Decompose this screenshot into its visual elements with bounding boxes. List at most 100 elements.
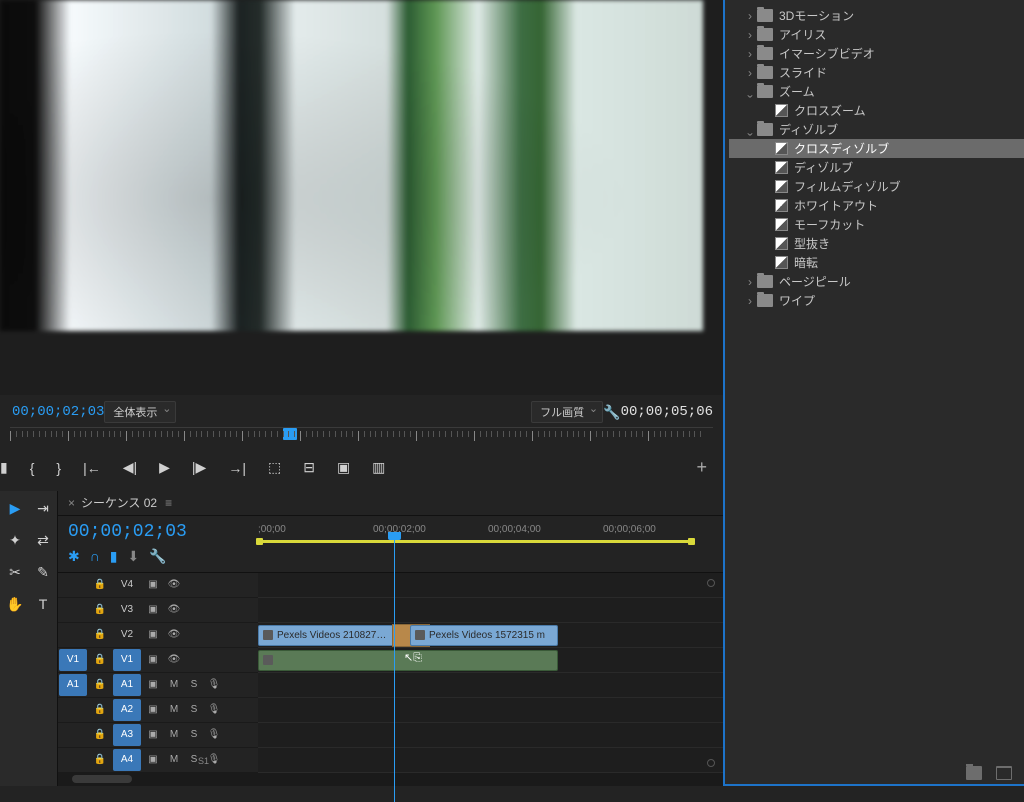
disclosure-arrow-icon[interactable] — [743, 121, 757, 139]
track-content[interactable]: Pexels Videos 210827…Pexels Videos 15723… — [258, 573, 723, 773]
add-marker-icon[interactable]: ▮ — [110, 548, 118, 565]
source-patch[interactable] — [59, 749, 87, 771]
close-tab-icon[interactable]: × — [68, 496, 75, 510]
timeline-zoom-scrollbar[interactable] — [58, 773, 723, 786]
timeline-wrench-icon[interactable]: 🔧 — [149, 548, 166, 565]
sync-lock-icon[interactable]: ▣ — [142, 754, 164, 765]
track-lane[interactable] — [258, 698, 723, 723]
lock-track-icon[interactable]: 🔒 — [88, 704, 112, 715]
toggle-track-output-icon[interactable]: 👁 — [164, 579, 184, 590]
effects-item[interactable]: 暗転 — [729, 253, 1024, 272]
track-target[interactable]: V2 — [113, 624, 141, 646]
pen-tool[interactable]: ✎ — [32, 561, 54, 583]
scroll-indicator[interactable] — [707, 759, 715, 767]
disclosure-arrow-icon[interactable] — [743, 294, 757, 308]
solo-button[interactable]: S — [184, 704, 204, 715]
source-patch[interactable]: V1 — [59, 649, 87, 671]
sync-lock-icon[interactable]: ▣ — [142, 654, 164, 665]
source-patch[interactable]: A1 — [59, 674, 87, 696]
lift-button[interactable]: ⬚ — [268, 459, 281, 476]
effects-folder[interactable]: スライド — [729, 63, 1024, 82]
track-target[interactable]: V3 — [113, 599, 141, 621]
effects-folder[interactable]: ページピール — [729, 272, 1024, 291]
source-patch[interactable] — [59, 699, 87, 721]
lock-track-icon[interactable]: 🔒 — [88, 579, 112, 590]
razor-tool[interactable]: ✂ — [4, 561, 26, 583]
mark-in-button[interactable]: { — [30, 460, 35, 476]
voice-record-icon[interactable]: 🎙 — [204, 704, 224, 715]
effects-item[interactable]: ホワイトアウト — [729, 196, 1024, 215]
toggle-track-output-icon[interactable]: 👁 — [164, 604, 184, 615]
timeline-settings-icon[interactable]: ⬇ — [128, 548, 140, 565]
monitor-ruler[interactable] — [10, 427, 713, 449]
new-bin-icon[interactable] — [966, 766, 982, 780]
mute-button[interactable]: M — [164, 679, 184, 690]
type-tool[interactable]: T — [32, 593, 54, 615]
voice-record-icon[interactable]: 🎙 — [204, 679, 224, 690]
comparison-button[interactable]: ▥ — [372, 459, 385, 476]
settings-wrench-icon[interactable]: 🔧 — [603, 404, 620, 421]
zoom-fit-dropdown[interactable]: 全体表示 — [104, 401, 176, 423]
lock-track-icon[interactable]: 🔒 — [88, 629, 112, 640]
disclosure-arrow-icon[interactable] — [743, 9, 757, 23]
track-select-tool[interactable]: ⇥ — [32, 497, 54, 519]
voice-record-icon[interactable]: 🎙 — [204, 729, 224, 740]
track-lane[interactable] — [258, 598, 723, 623]
sync-lock-icon[interactable]: ▣ — [142, 679, 164, 690]
effects-folder[interactable]: ズーム — [729, 82, 1024, 101]
mark-out-button[interactable]: } — [56, 460, 61, 476]
work-area-bar[interactable] — [258, 540, 693, 543]
sync-lock-icon[interactable]: ▣ — [142, 729, 164, 740]
source-patch[interactable] — [59, 724, 87, 746]
track-lane[interactable]: Pexels Videos 210827…Pexels Videos 15723… — [258, 623, 723, 648]
disclosure-arrow-icon[interactable] — [743, 83, 757, 101]
video-clip[interactable]: Pexels Videos 210827… — [258, 625, 410, 646]
go-to-out-button[interactable]: →| — [228, 460, 246, 476]
hand-tool[interactable]: ✋ — [4, 593, 26, 615]
play-button[interactable]: ▶ — [159, 459, 170, 476]
step-back-button[interactable]: ◀| — [123, 459, 137, 476]
track-lane[interactable] — [258, 648, 723, 673]
effects-item[interactable]: クロスズーム — [729, 101, 1024, 120]
mute-button[interactable]: M — [164, 754, 184, 765]
solo-button[interactable]: S — [184, 729, 204, 740]
solo-button[interactable]: S — [184, 679, 204, 690]
sync-lock-icon[interactable]: ▣ — [142, 629, 164, 640]
sync-lock-icon[interactable]: ▣ — [142, 704, 164, 715]
go-to-in-button[interactable]: |← — [83, 460, 101, 476]
video-clip[interactable]: Pexels Videos 1572315 m — [410, 625, 558, 646]
track-target[interactable]: V1 — [113, 649, 141, 671]
source-patch[interactable] — [59, 624, 87, 646]
step-forward-button[interactable]: |▶ — [192, 459, 206, 476]
timeline-ruler[interactable]: ;00;0000;00;02;0000;00;04;0000;00;06;00 — [258, 516, 723, 572]
track-lane[interactable] — [258, 723, 723, 748]
disclosure-arrow-icon[interactable] — [743, 275, 757, 289]
effects-panel[interactable]: 3Dモーションアイリスイマーシブビデオスライドズームクロスズームディゾルブクロス… — [723, 0, 1024, 786]
track-target[interactable]: A1 — [113, 674, 141, 696]
track-target[interactable]: A3 — [113, 724, 141, 746]
audio-clip[interactable] — [258, 650, 558, 671]
effects-item[interactable]: 型抜き — [729, 234, 1024, 253]
timeline-timecode[interactable]: 00;00;02;03 — [68, 522, 248, 542]
disclosure-arrow-icon[interactable] — [743, 66, 757, 80]
track-target[interactable]: A2 — [113, 699, 141, 721]
rolling-edit-tool[interactable]: ⇄ — [32, 529, 54, 551]
export-frame-button[interactable]: ▣ — [337, 459, 350, 476]
lock-track-icon[interactable]: 🔒 — [88, 729, 112, 740]
disclosure-arrow-icon[interactable] — [743, 47, 757, 61]
track-lane[interactable] — [258, 748, 723, 773]
button-editor-icon[interactable]: + — [696, 457, 707, 478]
source-patch[interactable] — [59, 599, 87, 621]
selection-tool[interactable]: ▶ — [4, 497, 26, 519]
extract-button[interactable]: ⊟ — [303, 459, 315, 476]
effects-folder[interactable]: ワイプ — [729, 291, 1024, 310]
mute-button[interactable]: M — [164, 704, 184, 715]
sequence-tab[interactable]: × シーケンス 02 ≡ — [58, 491, 723, 516]
scrollbar-thumb[interactable] — [72, 775, 132, 783]
lock-track-icon[interactable]: 🔒 — [88, 679, 112, 690]
effects-folder[interactable]: 3Dモーション — [729, 6, 1024, 25]
effects-item[interactable]: フィルムディゾルブ — [729, 177, 1024, 196]
linked-selection-icon[interactable]: ∩ — [90, 548, 100, 565]
lock-track-icon[interactable]: 🔒 — [88, 754, 112, 765]
toggle-track-output-icon[interactable]: 👁 — [164, 629, 184, 640]
